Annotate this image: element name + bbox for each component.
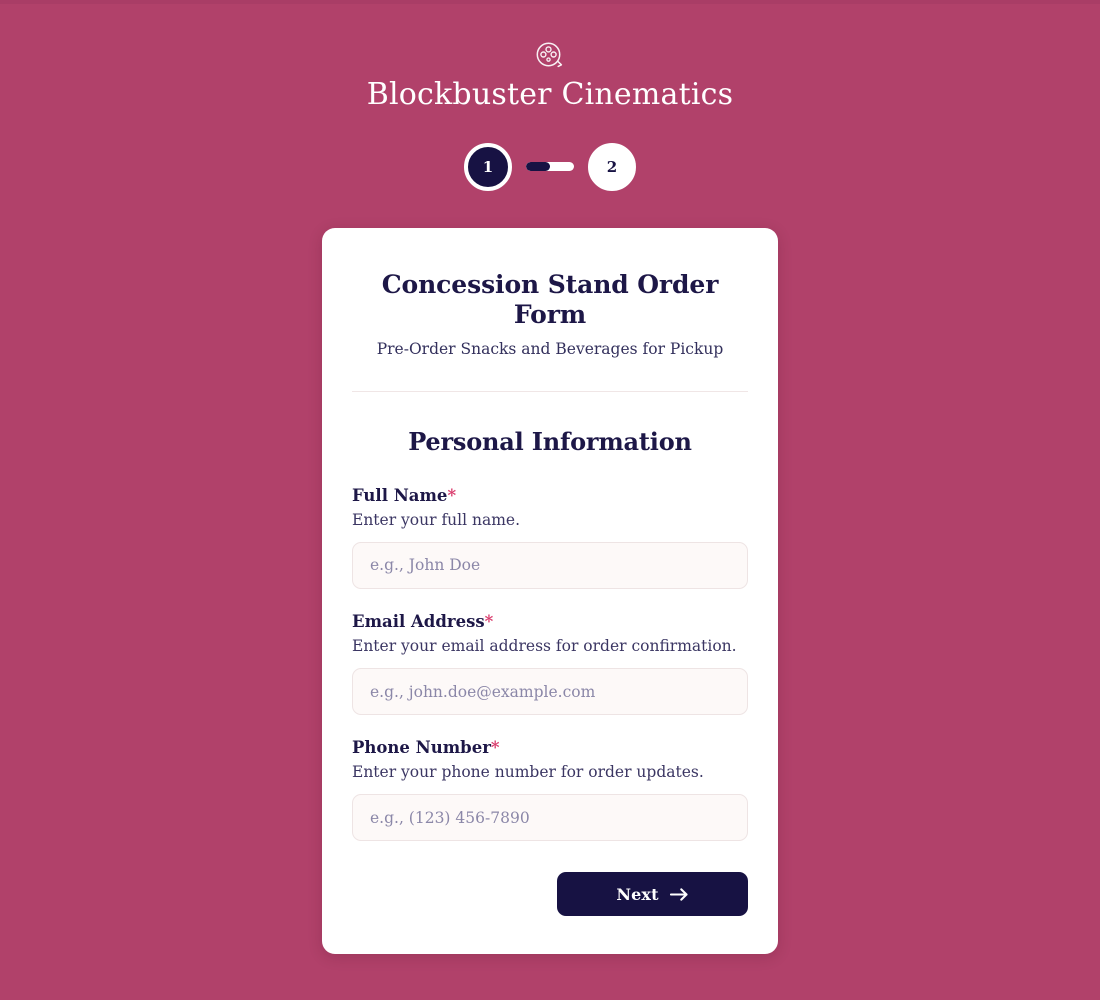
step-connector-fill: [526, 162, 550, 171]
full-name-label: Full Name*: [352, 485, 748, 507]
arrow-right-icon: [669, 887, 689, 902]
full-name-required-marker: *: [447, 485, 457, 505]
full-name-input[interactable]: [352, 541, 748, 589]
film-reel-icon: [534, 40, 566, 72]
next-button[interactable]: Next: [557, 872, 748, 917]
phone-number-hint: Enter your phone number for order update…: [352, 763, 704, 782]
phone-number-label: Phone Number*: [352, 737, 748, 759]
card-header: Concession Stand Order Form Pre-Order Sn…: [352, 270, 748, 359]
field-full-name: Full Name* Enter your full name.: [352, 485, 748, 589]
phone-number-required-marker: *: [490, 738, 500, 758]
step-2-number: 2: [606, 157, 618, 176]
page-container: Blockbuster Cinematics 1 2 Concession St…: [0, 0, 1100, 1000]
step-connector: [526, 162, 574, 171]
full-name-hint: Enter your full name.: [352, 510, 521, 529]
card-footer: Next: [352, 872, 748, 917]
email-address-hint: Enter your email address for order confi…: [352, 637, 737, 656]
step-1-number: 1: [482, 157, 494, 176]
form-subtitle: Pre-Order Snacks and Beverages for Picku…: [376, 339, 724, 358]
email-address-input[interactable]: [352, 668, 748, 716]
step-1[interactable]: 1: [464, 142, 512, 191]
email-address-label-text: Email Address: [352, 611, 485, 631]
order-form-card: Concession Stand Order Form Pre-Order Sn…: [322, 227, 778, 955]
phone-number-label-text: Phone Number: [352, 738, 491, 758]
form-title: Concession Stand Order Form: [381, 269, 719, 329]
full-name-label-text: Full Name: [352, 485, 448, 505]
field-email-address: Email Address* Enter your email address …: [352, 611, 748, 716]
field-phone-number: Phone Number* Enter your phone number fo…: [352, 737, 748, 842]
brand-name: Blockbuster Cinematics: [366, 77, 734, 112]
phone-number-input[interactable]: [352, 794, 748, 842]
email-address-label: Email Address*: [352, 611, 748, 633]
form-fields: Full Name* Enter your full name. Email A…: [352, 485, 748, 842]
section-title: Personal Information: [408, 426, 692, 456]
header-divider: [352, 390, 748, 392]
step-2[interactable]: 2: [588, 142, 636, 191]
top-accent-strip: [0, 0, 1100, 4]
step-indicator: 1 2: [464, 142, 636, 191]
email-address-required-marker: *: [484, 611, 494, 631]
brand-header: Blockbuster Cinematics: [367, 40, 734, 114]
next-button-label: Next: [616, 884, 659, 904]
